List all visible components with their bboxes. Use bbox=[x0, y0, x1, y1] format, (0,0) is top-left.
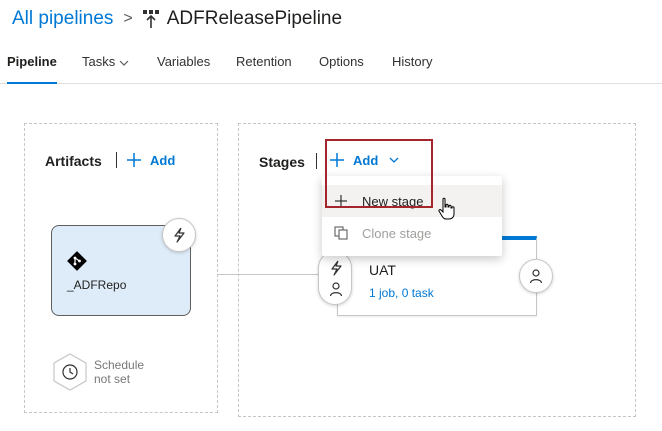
tab-tasks[interactable]: Tasks bbox=[82, 54, 129, 78]
menu-item-clone-stage-label: Clone stage bbox=[362, 225, 432, 241]
chevron-down-icon bbox=[119, 60, 129, 66]
add-stage-menu: New stage Clone stage bbox=[322, 176, 502, 256]
tab-options[interactable]: Options bbox=[319, 54, 364, 78]
breadcrumb: All pipelines > ADFReleasePipeline bbox=[12, 6, 342, 32]
person-icon bbox=[329, 282, 343, 297]
tab-variables-label: Variables bbox=[157, 54, 211, 69]
lightning-icon bbox=[174, 227, 185, 243]
add-stage-button[interactable]: Add bbox=[329, 152, 400, 168]
add-artifact-label: Add bbox=[150, 152, 176, 168]
stage-jobs-link[interactable]: 1 job, 0 task bbox=[369, 286, 434, 300]
schedule-line2: not set bbox=[94, 372, 131, 386]
pre-deployment-conditions-button[interactable] bbox=[318, 251, 352, 305]
artifacts-divider bbox=[116, 152, 117, 168]
plus-icon bbox=[127, 153, 141, 167]
clock-icon bbox=[53, 353, 87, 391]
plus-icon bbox=[335, 195, 347, 207]
schedule-text: Schedule not set bbox=[94, 358, 144, 386]
tab-retention-label: Retention bbox=[236, 54, 292, 69]
post-deployment-conditions-button[interactable] bbox=[519, 259, 553, 293]
tab-variables[interactable]: Variables bbox=[157, 54, 210, 78]
artifact-stage-connector bbox=[218, 274, 318, 275]
tab-retention[interactable]: Retention bbox=[236, 54, 292, 78]
git-icon bbox=[67, 251, 87, 271]
tab-tasks-label: Tasks bbox=[82, 54, 116, 69]
stages-title: Stages bbox=[259, 154, 305, 170]
menu-item-new-stage-label: New stage bbox=[362, 193, 424, 209]
tab-pipeline-label: Pipeline bbox=[7, 54, 57, 69]
lightning-icon bbox=[331, 260, 342, 276]
chevron-down-icon bbox=[389, 157, 399, 163]
breadcrumb-all-pipelines-link[interactable]: All pipelines bbox=[12, 8, 113, 30]
stage-name[interactable]: UAT bbox=[369, 262, 396, 278]
artifact-trigger-button[interactable] bbox=[162, 218, 196, 252]
menu-item-new-stage[interactable]: New stage bbox=[322, 185, 502, 217]
tab-bar: Pipeline Tasks Variables Retention Optio… bbox=[0, 46, 662, 84]
add-artifact-button[interactable]: Add bbox=[126, 152, 175, 168]
artifacts-title: Artifacts bbox=[45, 153, 102, 169]
page-title: ADFReleasePipeline bbox=[166, 8, 343, 29]
release-pipeline-icon bbox=[142, 10, 159, 28]
plus-icon bbox=[330, 153, 344, 167]
person-icon bbox=[529, 269, 543, 284]
tab-pipeline[interactable]: Pipeline bbox=[7, 54, 57, 84]
tab-options-label: Options bbox=[319, 54, 364, 69]
menu-item-clone-stage[interactable]: Clone stage bbox=[322, 217, 502, 249]
schedule-trigger[interactable]: Schedule not set bbox=[52, 352, 144, 392]
artifact-name: _ADFRepo bbox=[67, 278, 127, 292]
add-stage-label: Add bbox=[353, 152, 379, 168]
tab-history[interactable]: History bbox=[392, 54, 432, 78]
clone-icon bbox=[334, 226, 348, 240]
tab-history-label: History bbox=[392, 54, 433, 69]
breadcrumb-separator: > bbox=[123, 10, 133, 27]
schedule-line1: Schedule bbox=[94, 358, 145, 372]
stages-divider bbox=[316, 153, 317, 169]
